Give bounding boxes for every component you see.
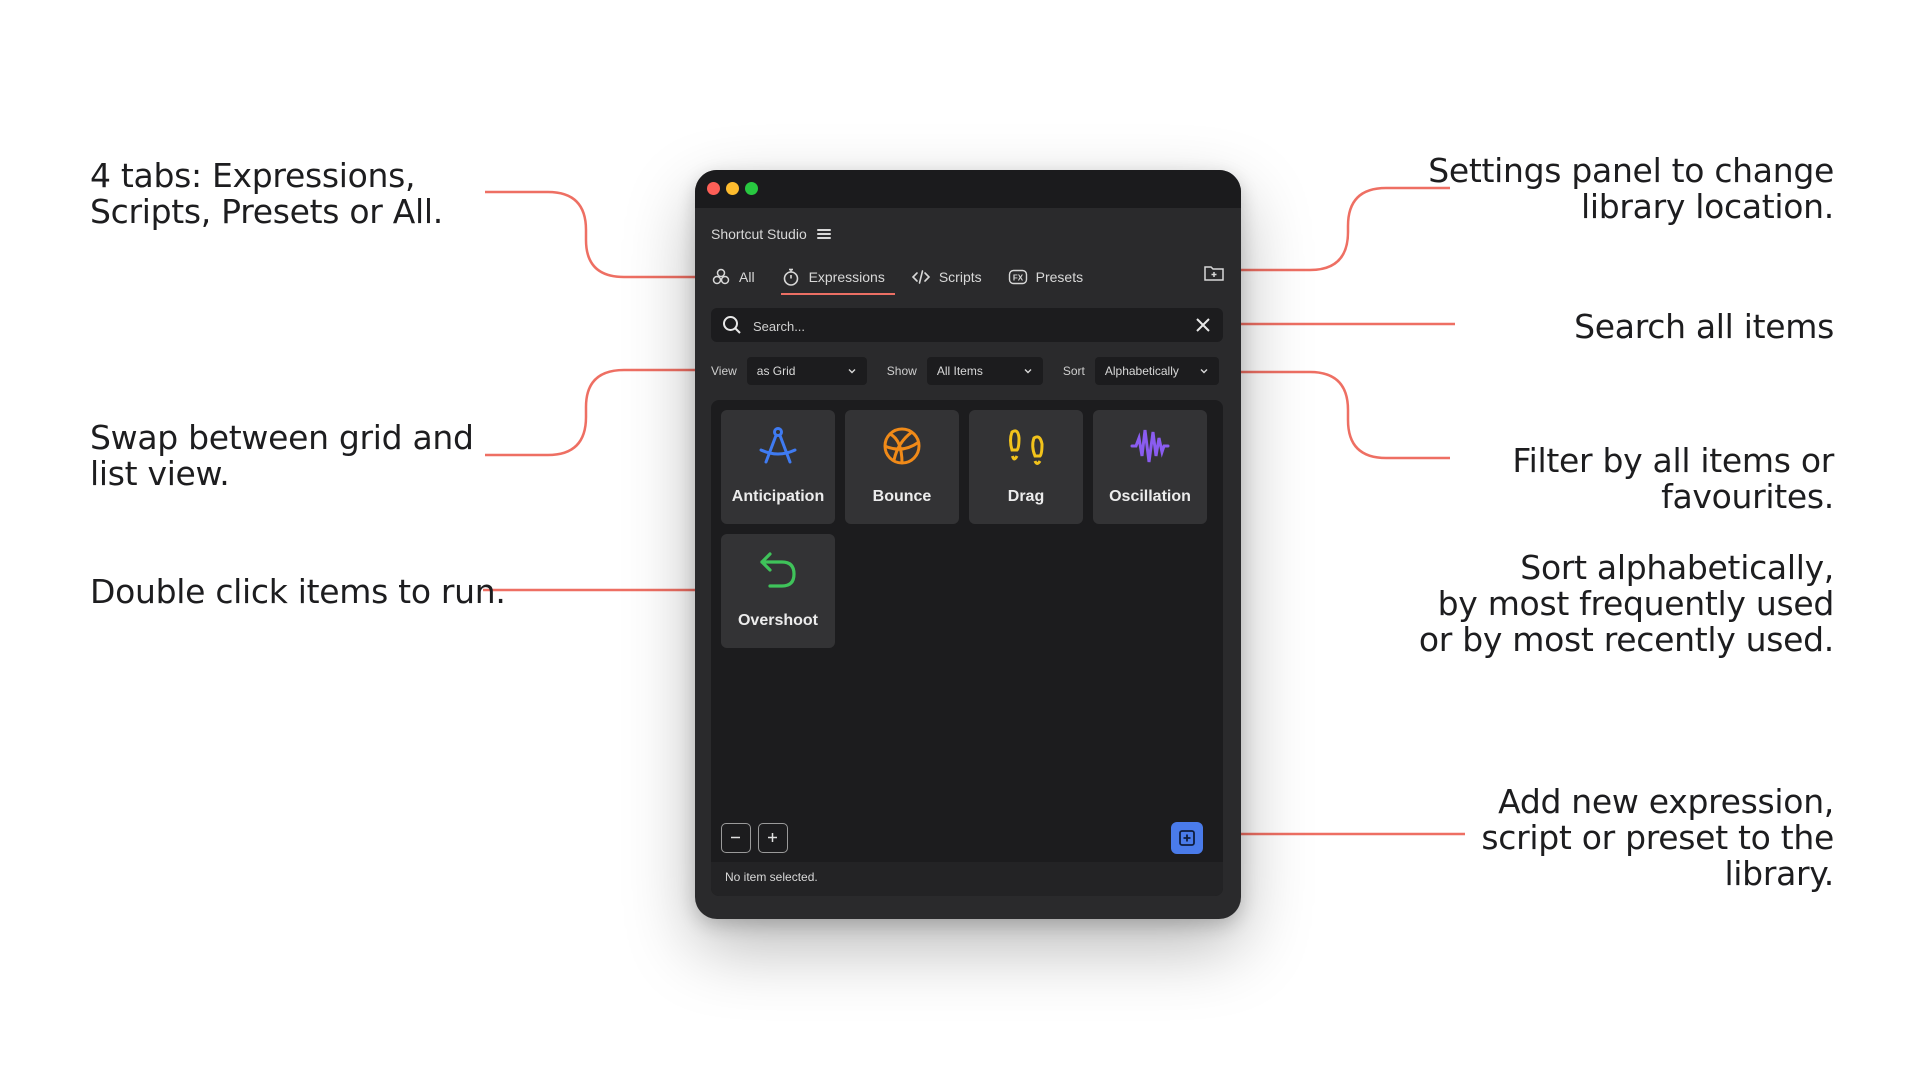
tab-bar: All Expressions Scripts FX Presets	[711, 262, 1109, 295]
title-bar	[695, 170, 1241, 208]
app-title: Shortcut Studio	[711, 226, 807, 242]
search-bar	[711, 308, 1223, 344]
item-drag[interactable]: Drag	[969, 410, 1083, 524]
show-label: Show	[886, 364, 917, 378]
tab-all[interactable]: All	[711, 263, 765, 293]
item-anticipation[interactable]: Anticipation	[721, 410, 835, 524]
compass-icon	[759, 427, 797, 464]
show-select-value: All Items	[936, 364, 983, 378]
show-select[interactable]: All Items	[926, 357, 1043, 385]
chevron-down-icon	[1024, 369, 1032, 374]
ball-icon	[883, 427, 921, 465]
folder-settings-icon[interactable]	[1203, 262, 1225, 284]
sort-select-value: Alphabetically	[1104, 364, 1179, 378]
connector-filter	[1240, 370, 1450, 460]
tab-presets[interactable]: FX Presets	[1008, 263, 1093, 293]
callout-view: Swap between grid and list view.	[90, 418, 474, 493]
callout-search: Search all items	[1574, 307, 1834, 346]
tab-label: Expressions	[808, 269, 885, 285]
minimize-window-button[interactable]	[726, 182, 739, 195]
zoom-in-button[interactable]	[758, 823, 788, 853]
tab-label: Presets	[1035, 269, 1084, 285]
callout-filter: Filter by all items or favourites.	[1512, 441, 1834, 516]
all-icon	[712, 268, 730, 285]
sort-label: Sort	[1062, 364, 1085, 378]
view-label: View	[711, 364, 737, 378]
app-window: Shortcut Studio All Expressions Scripts …	[695, 170, 1241, 919]
item-overshoot[interactable]: Overshoot	[721, 534, 835, 648]
tab-expressions[interactable]: Expressions	[780, 263, 896, 295]
tab-scripts[interactable]: Scripts	[911, 263, 992, 293]
zoom-window-button[interactable]	[745, 182, 758, 195]
tab-label: All	[739, 269, 755, 285]
hamburger-menu-icon[interactable]	[816, 229, 831, 239]
wave-icon	[1130, 429, 1170, 463]
chevron-down-icon	[1200, 369, 1208, 374]
view-controls: View as Grid Show All Items Sort Alphabe…	[711, 357, 1219, 385]
clear-search-icon[interactable]	[1193, 315, 1213, 335]
search-input[interactable]	[751, 308, 1175, 344]
zoom-out-button[interactable]	[721, 823, 751, 853]
item-label: Oscillation	[1109, 488, 1191, 505]
callout-sort: Sort alphabetically, by most frequently …	[1418, 548, 1834, 659]
fx-icon: FX	[1008, 269, 1027, 285]
item-label: Overshoot	[737, 612, 818, 629]
svg-text:FX: FX	[1013, 273, 1024, 282]
close-window-button[interactable]	[707, 182, 720, 195]
item-label: Anticipation	[731, 488, 825, 505]
plus-icon	[768, 833, 777, 842]
callout-tabs: 4 tabs: Expressions, Scripts, Presets or…	[90, 156, 443, 231]
chevron-down-icon	[848, 369, 856, 374]
item-oscillation[interactable]: Oscillation	[1093, 410, 1207, 524]
view-select[interactable]: as Grid	[746, 357, 867, 385]
code-icon	[911, 270, 930, 284]
app-header: Shortcut Studio	[711, 226, 831, 242]
undo-arrow-icon	[760, 552, 796, 588]
connector-settings	[1240, 186, 1450, 272]
connector-view	[485, 368, 695, 457]
minus-icon	[731, 836, 740, 839]
search-icon	[723, 316, 741, 334]
item-bounce[interactable]: Bounce	[845, 410, 959, 524]
items-grid: Anticipation Bounce Drag Oscillation Ove…	[711, 400, 1223, 896]
callout-settings: Settings panel to change library locatio…	[1428, 151, 1834, 226]
add-item-button[interactable]	[1171, 822, 1203, 854]
footprints-icon	[1009, 429, 1044, 465]
item-label: Bounce	[872, 488, 932, 505]
callout-add: Add new expression, script or preset to …	[1481, 782, 1834, 893]
tab-label: Scripts	[938, 269, 982, 285]
callout-run: Double click items to run.	[90, 572, 506, 611]
item-label: Drag	[1007, 488, 1045, 505]
sort-select[interactable]: Alphabetically	[1094, 357, 1219, 385]
connector-tabs	[485, 190, 695, 279]
status-text: No item selected.	[725, 870, 818, 884]
view-select-value: as Grid	[756, 364, 796, 378]
stopwatch-icon	[783, 268, 798, 286]
add-square-icon	[1179, 830, 1195, 846]
